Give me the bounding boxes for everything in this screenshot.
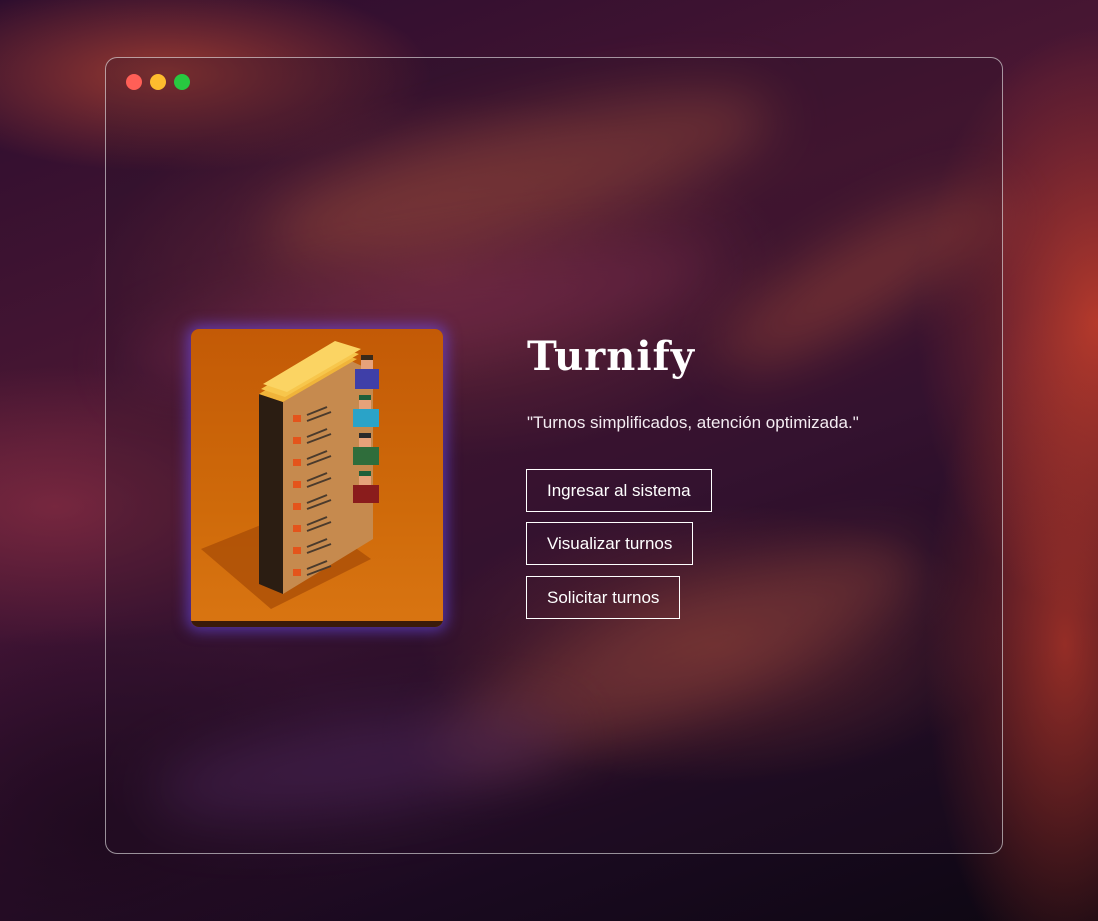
queue-tower-image — [191, 341, 443, 627]
request-turns-button[interactable]: Solicitar turnos — [526, 576, 681, 619]
app-illustration — [191, 329, 443, 627]
app-window: Turnify "Turnos simplificados, atención … — [105, 57, 1003, 854]
app-tagline: "Turnos simplificados, atención optimiza… — [527, 413, 859, 432]
maximize-window-button[interactable] — [174, 74, 190, 90]
login-button[interactable]: Ingresar al sistema — [526, 469, 712, 512]
app-title: Turnify — [527, 333, 695, 380]
close-window-button[interactable] — [126, 74, 142, 90]
window-controls — [126, 74, 190, 90]
minimize-window-button[interactable] — [150, 74, 166, 90]
view-turns-button[interactable]: Visualizar turnos — [526, 522, 694, 565]
